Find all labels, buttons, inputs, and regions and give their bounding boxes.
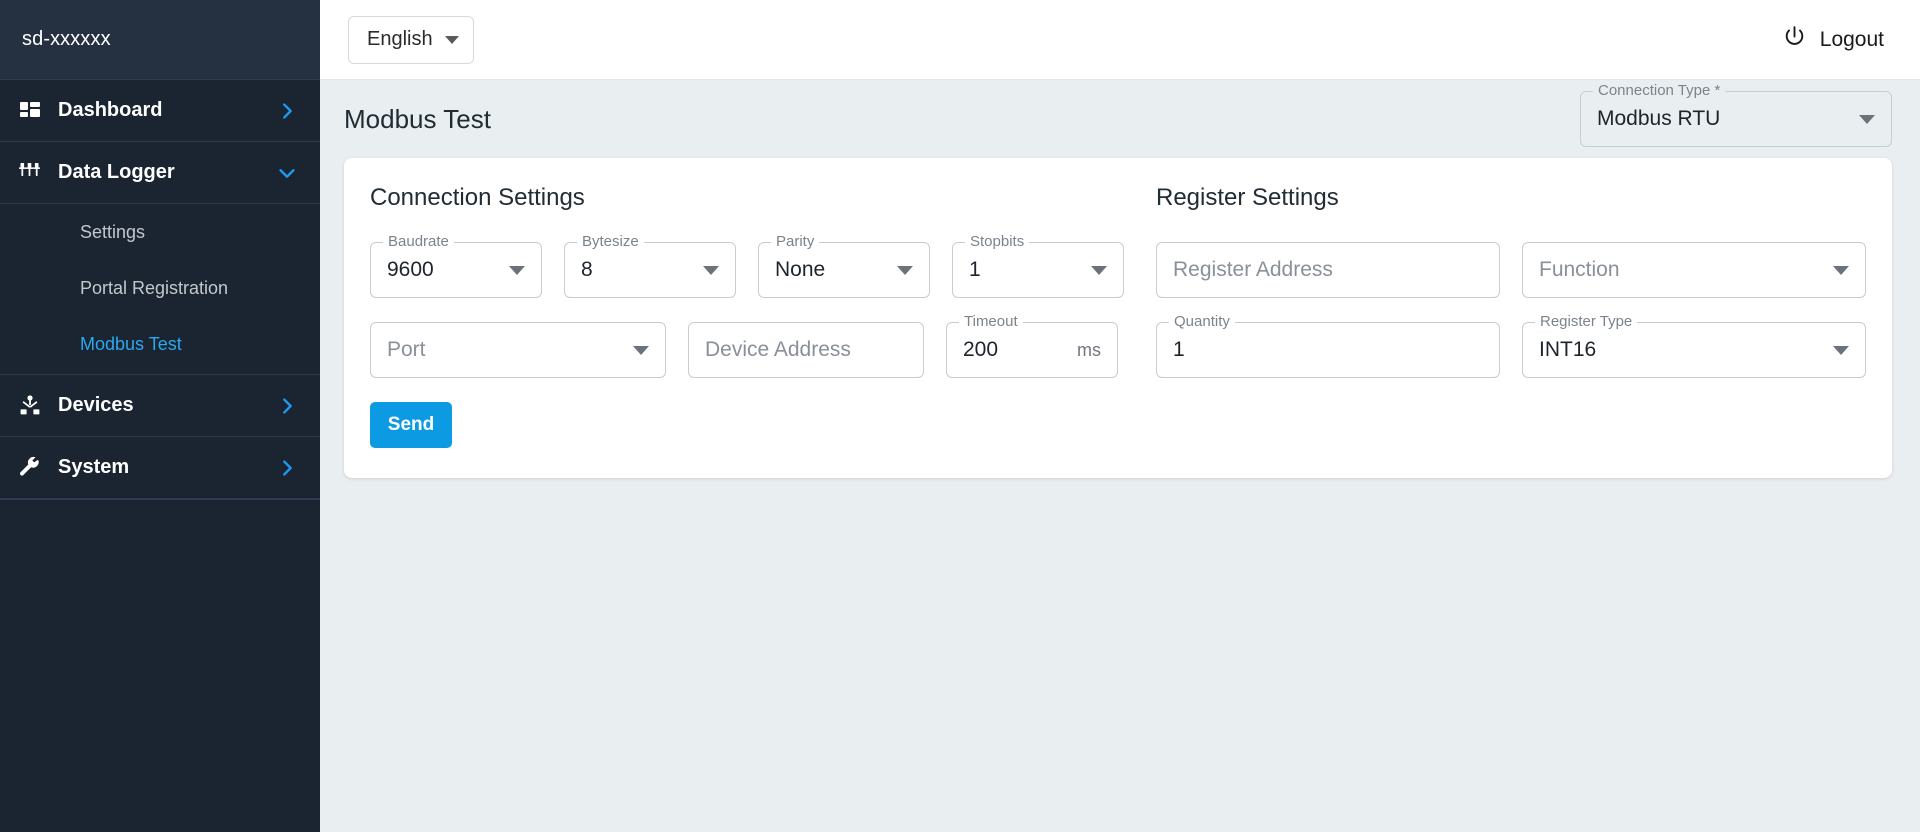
chevron-down-icon <box>444 35 459 44</box>
sidebar-item-label: System <box>58 456 130 478</box>
logout-button[interactable]: Logout <box>1782 24 1892 55</box>
connection-type-wrap: Connection Type * Modbus RTU <box>1580 82 1892 147</box>
connection-settings-title: Connection Settings <box>370 184 585 211</box>
connection-settings-section: Connection Settings Baudrate 9600 Bytesi… <box>370 184 1138 448</box>
power-icon <box>1782 24 1807 55</box>
language-selector[interactable]: English <box>348 15 474 64</box>
device-address-input[interactable]: Device Address <box>688 322 924 378</box>
chevron-down-icon <box>1833 345 1849 355</box>
bytesize-select[interactable]: Bytesize 8 <box>564 233 736 298</box>
chevron-down-icon <box>703 265 719 275</box>
nav-group-devices: Devices <box>0 375 320 437</box>
chevron-down-icon <box>276 162 298 184</box>
wrench-icon <box>18 456 58 480</box>
sidebar-subitem-label: Settings <box>80 221 146 242</box>
port-select[interactable]: Port <box>370 322 666 378</box>
stopbits-label: Stopbits <box>965 233 1030 251</box>
sidebar-item-data-logger[interactable]: Data Logger <box>0 142 320 203</box>
chevron-down-icon <box>1091 265 1107 275</box>
chevron-down-icon <box>1833 265 1849 275</box>
sidebar-item-settings[interactable]: Settings <box>0 204 320 260</box>
register-type-label: Register Type <box>1535 313 1638 331</box>
sidebar-bottom-divider <box>0 499 320 500</box>
connection-settings-row-2: Port Device Address Timeout 200 ms <box>370 313 1138 378</box>
dashboard-icon <box>18 99 58 123</box>
timeout-unit: ms <box>1077 339 1101 360</box>
baudrate-label: Baudrate <box>383 233 454 251</box>
stopbits-select[interactable]: Stopbits 1 <box>952 233 1124 298</box>
baudrate-select[interactable]: Baudrate 9600 <box>370 233 542 298</box>
page-title: Modbus Test <box>344 103 491 134</box>
chevron-right-icon <box>276 457 298 479</box>
timeout-input[interactable]: Timeout 200 ms <box>946 313 1118 378</box>
register-address-placeholder: Register Address <box>1173 258 1333 281</box>
register-settings-row-1: Register Address Function <box>1156 242 1866 298</box>
timeout-label: Timeout <box>959 313 1023 331</box>
quantity-value: 1 <box>1173 338 1185 361</box>
chevron-down-icon <box>897 265 913 275</box>
nav-group-dashboard: Dashboard <box>0 80 320 142</box>
parity-select[interactable]: Parity None <box>758 233 930 298</box>
parity-label: Parity <box>771 233 820 251</box>
function-select[interactable]: Function <box>1522 242 1866 298</box>
chevron-right-icon <box>276 395 298 417</box>
function-placeholder: Function <box>1539 258 1620 281</box>
sidebar-item-portal-registration[interactable]: Portal Registration <box>0 260 320 316</box>
sidebar-item-devices[interactable]: Devices <box>0 375 320 436</box>
sidebar-item-system[interactable]: System <box>0 437 320 498</box>
send-button[interactable]: Send <box>370 402 452 448</box>
timeout-value: 200 <box>963 338 999 361</box>
device-hub-icon <box>18 394 58 418</box>
bytesize-value: 8 <box>581 258 593 281</box>
page-header: Modbus Test Connection Type * Modbus RTU <box>320 80 1920 158</box>
nav-group-data-logger: Data Logger <box>0 142 320 204</box>
main-area: English Logout Modbus Test Connection Ty… <box>320 0 1920 832</box>
sidebar-subitem-label: Modbus Test <box>80 333 182 354</box>
stopbits-value: 1 <box>969 258 981 281</box>
sidebar-item-dashboard[interactable]: Dashboard <box>0 80 320 141</box>
connection-type-select[interactable]: Connection Type * Modbus RTU <box>1580 82 1892 147</box>
modbus-test-card: Connection Settings Baudrate 9600 Bytesi… <box>344 158 1892 478</box>
quantity-label: Quantity <box>1169 313 1235 331</box>
connection-settings-row-1: Baudrate 9600 Bytesize 8 Parity None Sto… <box>370 233 1138 298</box>
register-settings-row-2: Quantity 1 Register Type INT16 <box>1156 313 1866 378</box>
register-type-select[interactable]: Register Type INT16 <box>1522 313 1866 378</box>
parity-value: None <box>775 258 826 281</box>
language-label: English <box>367 28 433 50</box>
sidebar-item-label: Data Logger <box>58 161 175 183</box>
register-type-value: INT16 <box>1539 338 1597 361</box>
baudrate-value: 9600 <box>387 258 434 281</box>
app-root: sd-xxxxxx Dashboard Data Logger Settings… <box>0 0 1920 832</box>
sidebar-item-modbus-test[interactable]: Modbus Test <box>0 316 320 372</box>
device-address-placeholder: Device Address <box>705 338 851 361</box>
tune-sliders-icon <box>18 161 58 185</box>
port-placeholder: Port <box>387 338 426 361</box>
register-settings-section: Register Settings Register Address Funct… <box>1138 184 1866 448</box>
brand-label: sd-xxxxxx <box>0 0 320 80</box>
sidebar-item-label: Devices <box>58 394 134 416</box>
sidebar-subitem-label: Portal Registration <box>80 277 229 298</box>
chevron-down-icon <box>633 345 649 355</box>
sidebar: sd-xxxxxx Dashboard Data Logger Settings… <box>0 0 320 832</box>
data-logger-submenu: Settings Portal Registration Modbus Test <box>0 204 320 375</box>
nav-group-system: System <box>0 437 320 499</box>
register-address-input[interactable]: Register Address <box>1156 242 1500 298</box>
chevron-down-icon <box>1859 114 1875 124</box>
logout-label: Logout <box>1819 27 1884 51</box>
chevron-down-icon <box>509 265 525 275</box>
topbar: English Logout <box>320 0 1920 80</box>
connection-type-label: Connection Type * <box>1593 82 1726 100</box>
quantity-input[interactable]: Quantity 1 <box>1156 313 1500 378</box>
chevron-right-icon <box>276 100 298 122</box>
bytesize-label: Bytesize <box>577 233 644 251</box>
connection-type-value: Modbus RTU <box>1597 107 1721 130</box>
register-settings-title: Register Settings <box>1156 184 1339 211</box>
sidebar-item-label: Dashboard <box>58 99 163 121</box>
